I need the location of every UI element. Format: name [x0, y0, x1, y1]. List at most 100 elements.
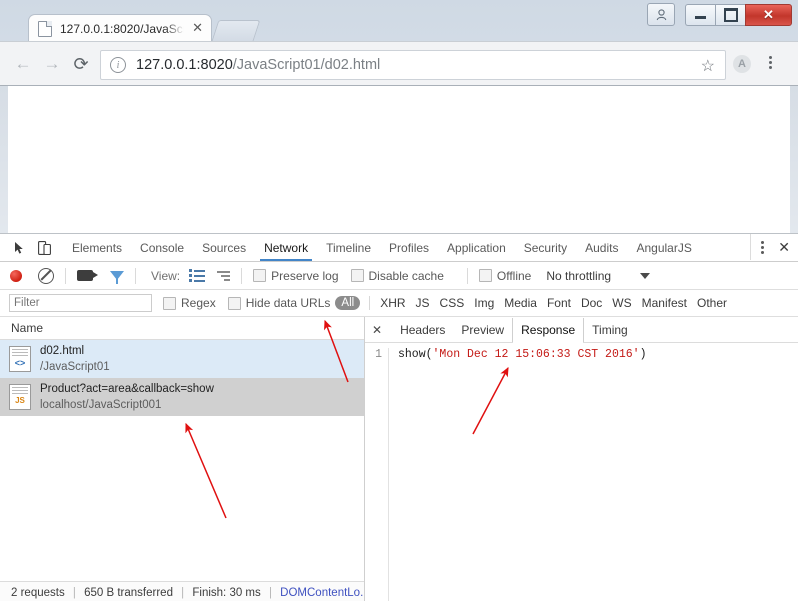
offline-checkbox[interactable] — [478, 269, 492, 282]
maximize-icon — [723, 7, 738, 22]
filter-type-manifest[interactable]: Manifest — [642, 296, 687, 310]
minimize-icon — [695, 16, 706, 19]
device-mobile-icon — [37, 240, 51, 255]
tab-close-icon[interactable]: ✕ — [192, 20, 203, 35]
table-row[interactable]: JS Product?act=area&callback=show localh… — [0, 378, 364, 416]
html-file-icon: <> — [9, 346, 31, 372]
device-toolbar-button[interactable] — [33, 238, 55, 258]
file-type-tag: <> — [14, 358, 26, 368]
divider — [241, 267, 243, 284]
divider: | — [181, 587, 185, 599]
table-row[interactable]: <> d02.html /JavaScript01 — [0, 340, 364, 378]
close-icon: ✕ — [763, 6, 774, 22]
filter-type-media[interactable]: Media — [504, 296, 537, 310]
offline-label: Offline — [496, 268, 532, 283]
filter-type-all[interactable]: All — [335, 296, 361, 310]
preserve-log-label: Preserve log — [271, 268, 339, 283]
file-type-tag: JS — [15, 396, 25, 405]
devtools-tabbar-actions: ✕ — [750, 234, 798, 260]
hide-data-urls-label: Hide data URLs — [245, 296, 331, 310]
line — [194, 279, 206, 282]
filter-type-xhr[interactable]: XHR — [380, 296, 405, 310]
address-bar[interactable]: i 127.0.0.1:8020/JavaScript01/d02.html ☆ — [100, 50, 726, 80]
page-viewport — [0, 85, 798, 234]
devtools-tab-sources[interactable]: Sources — [193, 235, 255, 261]
view-label: View: — [151, 268, 181, 283]
filter-input[interactable] — [9, 294, 152, 312]
forward-button[interactable]: → — [42, 54, 62, 74]
devtools-tab-elements[interactable]: Elements — [63, 235, 131, 261]
view-list-button[interactable] — [189, 269, 206, 282]
doc-lines — [12, 349, 28, 356]
preserve-log-checkbox[interactable] — [253, 269, 267, 282]
devtools-tab-console[interactable]: Console — [131, 235, 193, 261]
detail-tab-timing[interactable]: Timing — [584, 318, 636, 342]
filter-type-js[interactable]: JS — [416, 296, 430, 310]
detail-tab-preview[interactable]: Preview — [453, 318, 512, 342]
close-button[interactable]: ✕ — [745, 3, 792, 26]
filter-type-doc[interactable]: Doc — [581, 296, 602, 310]
chevron-down-icon[interactable] — [640, 272, 650, 279]
filter-type-css[interactable]: CSS — [440, 296, 465, 310]
back-button[interactable]: ← — [13, 54, 33, 74]
angularjs-extension-icon[interactable]: A — [733, 55, 751, 73]
filter-type-img[interactable]: Img — [474, 296, 494, 310]
devtools-tab-audits[interactable]: Audits — [576, 235, 627, 261]
filter-funnel-icon[interactable] — [110, 271, 124, 284]
regex-checkbox[interactable] — [163, 296, 176, 310]
filter-type-font[interactable]: Font — [547, 296, 571, 310]
detail-tab-headers[interactable]: Headers — [392, 318, 453, 342]
detail-close-icon[interactable]: ✕ — [372, 323, 382, 337]
disable-cache-checkbox[interactable] — [350, 269, 364, 282]
devtools-tab-angularjs[interactable]: AngularJS — [627, 235, 700, 261]
filter-type-ws[interactable]: WS — [612, 296, 631, 310]
kebab-dot — [761, 245, 765, 249]
devtools-tab-security[interactable]: Security — [515, 235, 576, 261]
throttling-select[interactable]: No throttling — [546, 269, 611, 283]
capture-screenshots-button[interactable] — [77, 270, 98, 281]
filter-type-other[interactable]: Other — [697, 296, 727, 310]
status-domcontentloaded: DOMContentLo... — [280, 587, 364, 599]
browser-menu-button[interactable] — [769, 56, 772, 69]
column-header-name[interactable]: Name — [0, 317, 364, 340]
bar — [224, 278, 231, 281]
doc-lines — [12, 387, 28, 394]
user-profile-button[interactable] — [647, 3, 675, 26]
response-detail-pane: ✕ Headers Preview Response Timing 1 show… — [365, 317, 798, 601]
inspect-element-button[interactable] — [9, 238, 31, 258]
divider: | — [72, 587, 76, 599]
reload-button[interactable]: ⟳ — [71, 54, 91, 74]
view-waterfall-button[interactable] — [217, 270, 231, 281]
devtools-panel: Elements Console Sources Network Timelin… — [0, 233, 798, 601]
browser-window: ✕ 127.0.0.1:8020/JavaScr ✕ ← → ⟳ i 127.0… — [0, 0, 798, 601]
detail-tab-response[interactable]: Response — [512, 317, 585, 343]
devtools-tab-application[interactable]: Application — [438, 235, 515, 261]
kebab-dot — [761, 240, 765, 244]
request-text: d02.html /JavaScript01 — [40, 345, 110, 374]
request-path: /JavaScript01 — [40, 360, 110, 373]
maximize-button[interactable] — [715, 3, 745, 26]
devtools-tab-network[interactable]: Network — [255, 235, 317, 261]
line-number: 1 — [365, 348, 389, 601]
response-body[interactable]: 1 show('Mon Dec 12 15:06:33 CST 2016') — [365, 343, 798, 601]
devtools-tab-profiles[interactable]: Profiles — [380, 235, 438, 261]
site-info-icon[interactable]: i — [110, 57, 126, 73]
devtools-tab-timeline[interactable]: Timeline — [317, 235, 380, 261]
request-list[interactable]: <> d02.html /JavaScript01 JS Product?act… — [0, 340, 364, 581]
bullet — [189, 269, 193, 272]
devtools-menu-button[interactable] — [761, 240, 765, 254]
browser-tab[interactable]: 127.0.0.1:8020/JavaScr ✕ — [28, 14, 212, 42]
page-favicon-icon — [38, 20, 52, 37]
hide-data-urls-checkbox[interactable] — [227, 296, 241, 310]
record-button[interactable] — [10, 269, 22, 282]
bullet — [189, 279, 193, 282]
devtools-close-button[interactable]: ✕ — [778, 239, 790, 256]
status-transferred: 650 B transferred — [84, 587, 173, 599]
minimize-button[interactable] — [685, 3, 715, 26]
disable-cache-label: Disable cache — [368, 268, 444, 283]
response-code-line: show('Mon Dec 12 15:06:33 CST 2016') — [389, 348, 646, 601]
clear-button[interactable] — [38, 267, 54, 284]
divider — [65, 267, 66, 284]
new-tab-button[interactable] — [211, 20, 261, 41]
bookmark-star-icon[interactable]: ☆ — [701, 56, 715, 76]
